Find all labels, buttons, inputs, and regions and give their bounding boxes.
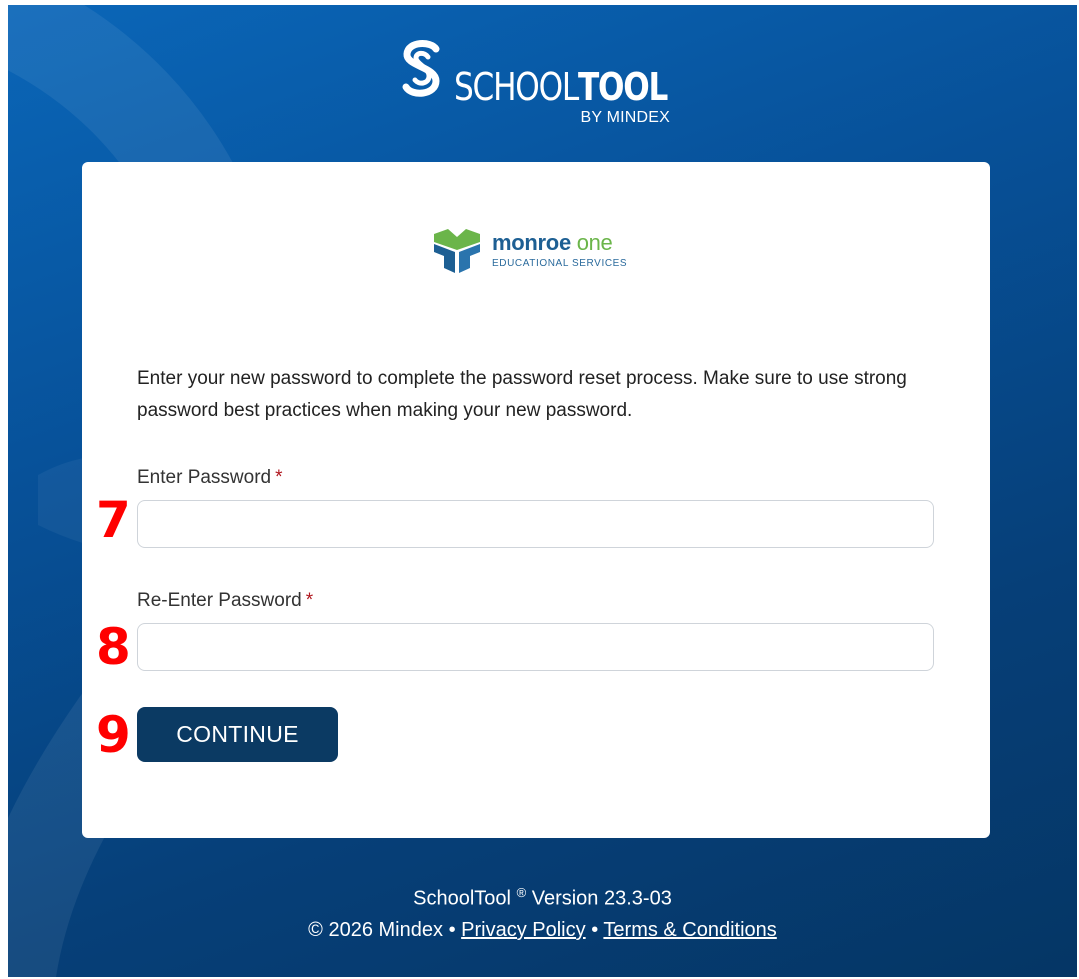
- version-text: Version 23.3-03: [531, 887, 672, 910]
- terms-conditions-link[interactable]: Terms & Conditions: [603, 919, 776, 941]
- password-input[interactable]: [137, 500, 934, 548]
- schooltool-logo: SCHOOLTOOL BY MINDEX: [398, 37, 678, 129]
- annotation-marker-8: 8: [96, 618, 131, 676]
- brand-name: SCHOOLTOOL: [454, 65, 668, 109]
- partner-subtitle: EDUCATIONAL SERVICES: [492, 258, 628, 269]
- page-background: SCHOOLTOOL BY MINDEX monroe one EDUCATIO…: [8, 5, 1077, 977]
- required-indicator: *: [305, 590, 314, 611]
- monroe-one-logo: monroe one EDUCATIONAL SERVICES: [432, 228, 652, 276]
- confirm-password-input[interactable]: [137, 623, 934, 671]
- partner-name: monroe one: [492, 230, 613, 255]
- annotation-marker-7: 7: [96, 491, 131, 549]
- monroe-one-cube-icon: [434, 229, 480, 273]
- separator: •: [448, 919, 456, 941]
- separator: •: [591, 919, 599, 941]
- registered-mark: ®: [516, 885, 527, 900]
- product-name: SchoolTool: [413, 887, 511, 910]
- brand-byline: BY MINDEX: [580, 109, 670, 126]
- privacy-policy-link[interactable]: Privacy Policy: [461, 919, 585, 941]
- password-label: Enter Password *: [137, 467, 283, 488]
- reset-password-card: monroe one EDUCATIONAL SERVICES Enter yo…: [82, 162, 990, 838]
- required-indicator: *: [275, 467, 283, 488]
- legal-line: © 2026 Mindex • Privacy Policy • Terms &…: [8, 919, 1077, 942]
- annotation-marker-9: 9: [96, 706, 131, 764]
- schooltool-s-icon: [402, 40, 440, 97]
- copyright-text: © 2026 Mindex: [308, 919, 443, 941]
- continue-button[interactable]: CONTINUE: [137, 707, 338, 762]
- instructions-text: Enter your new password to complete the …: [137, 368, 907, 421]
- confirm-password-label: Re-Enter Password *: [137, 590, 314, 611]
- version-line: SchoolTool ® Version 23.3-03: [8, 885, 1077, 911]
